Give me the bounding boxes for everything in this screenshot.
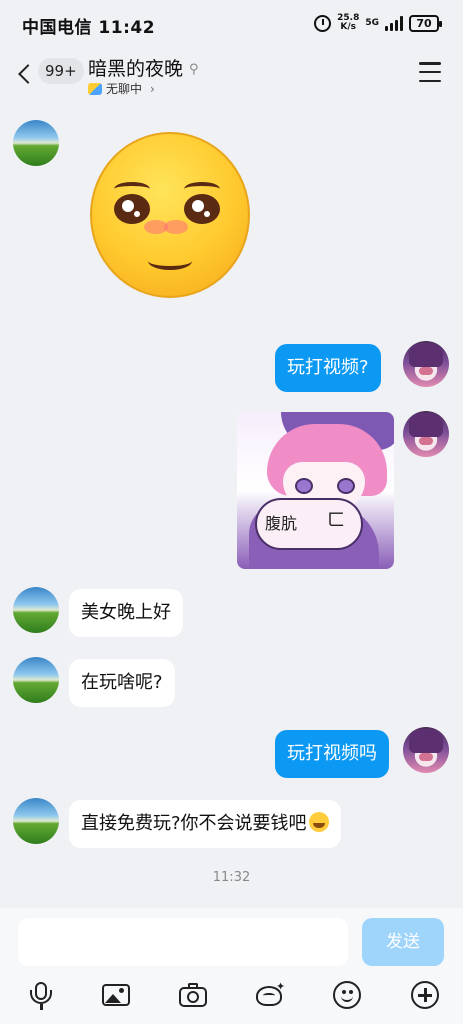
laughing-tears-emoji-icon <box>308 812 329 832</box>
send-button[interactable]: 发送 <box>362 918 444 966</box>
avatar[interactable] <box>13 587 59 633</box>
signal-icon <box>385 15 403 31</box>
input-toolbar: ✦ <box>0 972 463 1018</box>
sticker-caption-mark: ㄈ <box>327 510 345 531</box>
chevron-right-icon: › <box>150 81 155 96</box>
network-type: 5G <box>365 17 379 28</box>
message-input[interactable] <box>18 918 348 966</box>
carrier-label: 中国电信 11:42 <box>22 17 156 38</box>
camera-icon[interactable] <box>178 980 208 1010</box>
image-message[interactable]: 腹肮 ㄈ <box>237 412 394 569</box>
back-button[interactable] <box>12 56 38 92</box>
chevron-left-icon <box>18 64 38 84</box>
status-text: 无聊中 <box>106 82 143 96</box>
avatar[interactable] <box>13 657 59 703</box>
avatar[interactable] <box>403 341 449 387</box>
menu-button[interactable] <box>419 62 441 82</box>
message-bubble[interactable]: 美女晚上好 <box>69 589 183 637</box>
avatar[interactable] <box>13 120 59 166</box>
battery-icon: 70 <box>409 14 442 32</box>
tag-icon: ⚲ <box>189 62 199 77</box>
chat-status[interactable]: 无聊中 › <box>88 80 155 97</box>
message-bubble[interactable]: 直接免费玩?你不会说要钱吧 <box>69 800 341 848</box>
avatar[interactable] <box>403 411 449 457</box>
message-timestamp: 11:32 <box>212 870 251 885</box>
chat-title[interactable]: 暗黑的夜晚 ⚲ <box>88 54 199 81</box>
mic-icon[interactable] <box>26 980 56 1010</box>
plus-icon[interactable] <box>410 980 440 1010</box>
status-emoji-icon <box>88 82 102 95</box>
avatar[interactable] <box>403 727 449 773</box>
input-bar: 发送 ✦ <box>0 908 463 1024</box>
unread-count-badge[interactable]: 99+ <box>38 58 84 84</box>
avatar[interactable] <box>13 798 59 844</box>
status-bar: 中国电信 11:42 25.8 K/s 5G 70 <box>0 0 463 50</box>
alarm-icon <box>314 14 332 32</box>
chat-header: 99+ 暗黑的夜晚 ⚲ 无聊中 › <box>0 50 463 106</box>
message-bubble[interactable]: 玩打视频吗 <box>275 730 389 778</box>
red-packet-icon[interactable]: ✦ <box>254 980 285 1010</box>
sticker-caption: 腹肮 <box>265 514 298 533</box>
network-speed: 25.8 K/s <box>337 13 360 32</box>
blushing-face-sticker[interactable] <box>90 132 250 298</box>
message-bubble[interactable]: 玩打视频? <box>275 344 381 392</box>
message-bubble[interactable]: 在玩啥呢? <box>69 659 175 707</box>
image-icon[interactable] <box>101 980 131 1010</box>
status-icons: 25.8 K/s 5G 70 <box>314 13 442 32</box>
emoji-icon[interactable] <box>332 980 362 1010</box>
